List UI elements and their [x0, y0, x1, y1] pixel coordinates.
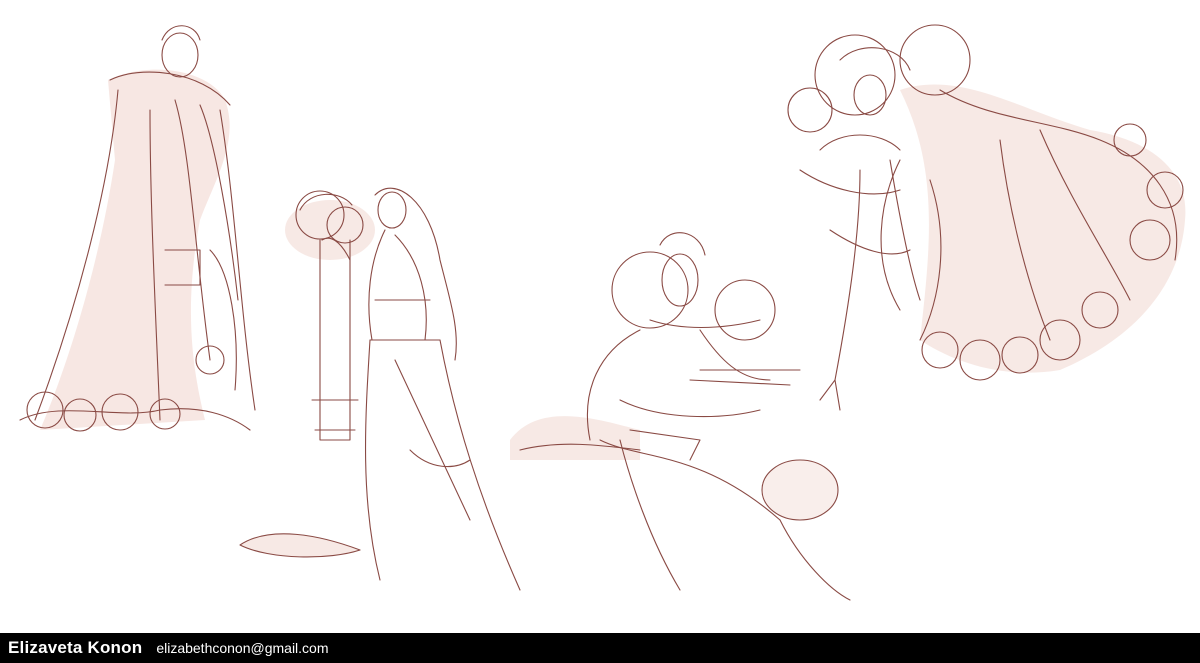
sketch-canvas — [0, 0, 1200, 633]
figure-crouching — [510, 232, 851, 601]
artist-email: elizabethconon@gmail.com — [156, 640, 329, 656]
figure-caped-flowing — [787, 24, 1186, 411]
artist-name: Elizaveta Konon — [8, 638, 143, 657]
figure-woman-pillar — [239, 187, 521, 591]
figure-cloaked-standing — [19, 25, 256, 432]
sketch-artwork — [19, 24, 1186, 601]
credit-bar: Elizaveta Konon elizabethconon@gmail.com — [0, 633, 1200, 663]
